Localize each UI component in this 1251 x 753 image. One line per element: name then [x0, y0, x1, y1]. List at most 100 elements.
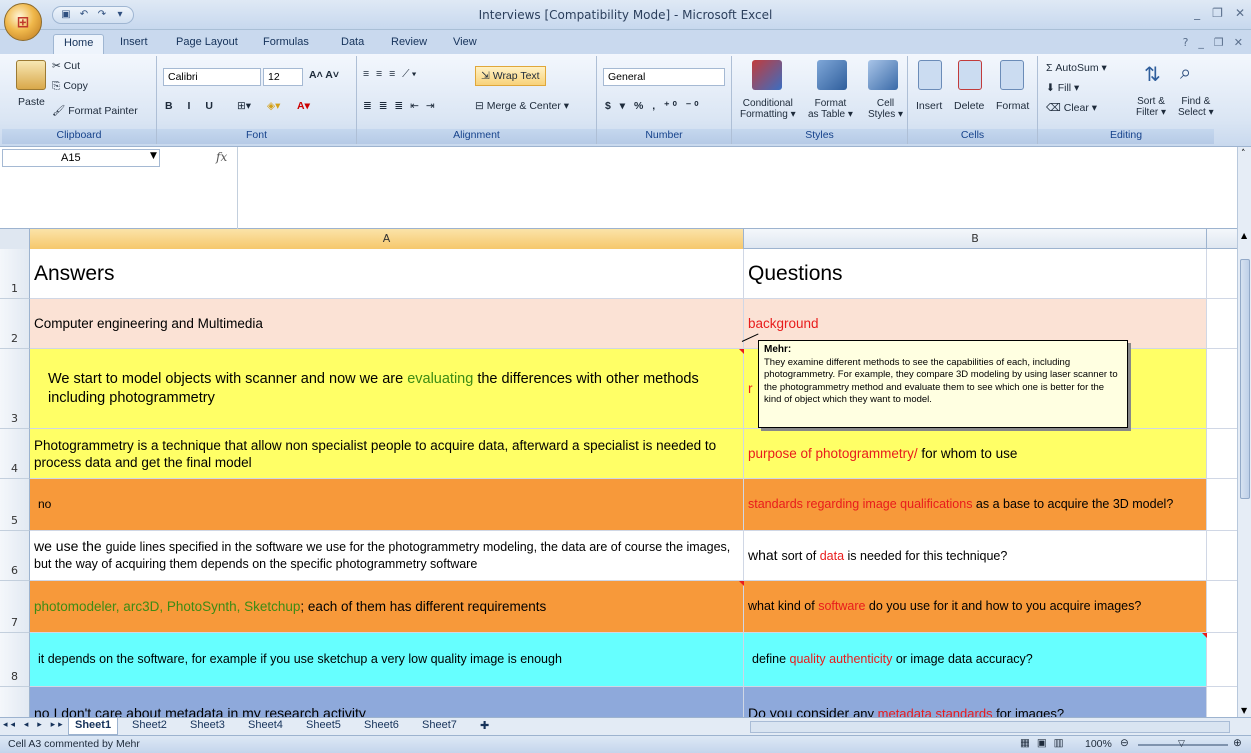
name-box[interactable]: A15	[2, 149, 160, 167]
sheet-tab-5[interactable]: Sheet5	[300, 718, 347, 735]
font-color-icon[interactable]: A▾	[297, 100, 310, 112]
paste-button[interactable]: Paste	[18, 96, 45, 108]
cell-b9[interactable]: Do you consider any metadata standards f…	[744, 687, 1207, 717]
cell-b6[interactable]: what sort of data is needed for this tec…	[744, 531, 1207, 581]
cell-a7[interactable]: photomodeler, arc3D, PhotoSynth, Sketchu…	[30, 581, 744, 633]
row-header[interactable]: 3	[0, 349, 30, 429]
cell-c[interactable]	[1207, 349, 1237, 429]
cut-button[interactable]: ✂ Cut	[52, 60, 80, 72]
row-header[interactable]: 4	[0, 429, 30, 479]
cell-b8[interactable]: define quality authenticity or image dat…	[744, 633, 1207, 687]
cell-c[interactable]	[1207, 249, 1237, 299]
fill-color-icon[interactable]: ◈▾	[267, 100, 280, 112]
row-header[interactable]: 2	[0, 299, 30, 349]
cell-b5[interactable]: standards regarding image qualifications…	[744, 479, 1207, 531]
comment-indicator[interactable]	[739, 349, 744, 354]
column-header-a[interactable]: A	[30, 229, 744, 249]
conditional-formatting-button[interactable]: Conditional Formatting ▾	[740, 98, 796, 120]
view-buttons-icon[interactable]: ▦ ▣ ▥	[1020, 737, 1066, 749]
cell-a8[interactable]: it depends on the software, for example …	[30, 633, 744, 687]
cell-b1[interactable]: Questions	[744, 249, 1207, 299]
cell-a4[interactable]: Photogrammetry is a technique that allow…	[30, 429, 744, 479]
format-as-table-button[interactable]: Format as Table ▾	[808, 98, 853, 120]
number-format-dropdown[interactable]: General	[603, 68, 725, 86]
grow-font-icon[interactable]: A˄ A˅	[309, 69, 339, 81]
insert-function-button[interactable]: fx	[216, 150, 227, 164]
insert-cells-button[interactable]: Insert	[916, 100, 942, 112]
name-box-dropdown-icon[interactable]: ▼	[150, 151, 157, 161]
cell-a9[interactable]: no I don't care about metadata in my res…	[30, 687, 744, 717]
find-select-button[interactable]: Find & Select ▾	[1178, 96, 1214, 118]
wb-minimize-icon[interactable]: _	[1198, 36, 1204, 49]
sort-filter-icon[interactable]: ⇅	[1144, 62, 1161, 87]
sheet-tab-6[interactable]: Sheet6	[358, 718, 405, 735]
tab-formulas[interactable]: Formulas	[263, 36, 309, 48]
vertical-scrollbar[interactable]: ▲ ▼	[1237, 229, 1251, 717]
font-name-dropdown[interactable]: Calibri	[163, 68, 261, 86]
help-icon[interactable]: ?	[1183, 36, 1189, 49]
format-painter-button[interactable]: 🖌 Format Painter	[52, 104, 138, 117]
sheet-nav-icons[interactable]: ◂◂ ◂ ▸ ▸▸	[3, 720, 66, 730]
number-format-icons[interactable]: $ ▾ % , ⁺⁰ ⁻⁰	[605, 100, 701, 112]
sheet-tab-1[interactable]: Sheet1	[68, 718, 119, 735]
zoom-level[interactable]: 100%	[1085, 738, 1112, 750]
bold-italic-underline-buttons[interactable]: B I U	[165, 100, 219, 112]
formula-expand-scroll[interactable]: ˄	[1237, 147, 1251, 229]
delete-cells-icon[interactable]	[958, 60, 982, 90]
comment-popup[interactable]: Mehr: They examine different methods to …	[758, 340, 1128, 428]
font-size-dropdown[interactable]: 12	[263, 68, 303, 86]
copy-button[interactable]: ⎘ Copy	[52, 80, 88, 93]
sheet-tab-4[interactable]: Sheet4	[242, 718, 289, 735]
cell-a2[interactable]: Computer engineering and Multimedia	[30, 299, 744, 349]
zoom-in-icon[interactable]: ⊕	[1233, 737, 1242, 749]
scroll-thumb[interactable]	[1240, 259, 1250, 499]
delete-cells-button[interactable]: Delete	[954, 100, 984, 112]
tab-review[interactable]: Review	[391, 36, 427, 48]
cell-c[interactable]	[1207, 687, 1237, 717]
cell-a6[interactable]: we use the guide lines specified in the …	[30, 531, 744, 581]
insert-cells-icon[interactable]	[918, 60, 942, 90]
wb-restore-icon[interactable]: ❐	[1214, 36, 1224, 49]
scroll-down-icon[interactable]: ▼	[1241, 706, 1247, 715]
autosum-button[interactable]: Σ AutoSum ▾	[1046, 62, 1107, 74]
row-header[interactable]: 5	[0, 479, 30, 531]
cell-a3[interactable]: We start to model objects with scanner a…	[30, 349, 744, 429]
wb-close-icon[interactable]: ✕	[1234, 36, 1243, 49]
close-icon[interactable]: ✕	[1235, 6, 1245, 20]
cell-a1[interactable]: Answers	[30, 249, 744, 299]
scroll-up-icon[interactable]: ▲	[1241, 231, 1247, 240]
horizontal-align-icons[interactable]: ≣ ≣ ≣ ⇤ ⇥	[363, 100, 437, 112]
row-header[interactable]: 8	[0, 633, 30, 687]
row-header[interactable]	[0, 687, 30, 717]
format-as-table-icon[interactable]	[817, 60, 847, 90]
sheet-tab-7[interactable]: Sheet7	[416, 718, 463, 735]
horizontal-scrollbar[interactable]	[750, 721, 1230, 733]
cell-c[interactable]	[1207, 299, 1237, 349]
row-header[interactable]: 6	[0, 531, 30, 581]
conditional-formatting-icon[interactable]	[752, 60, 782, 90]
tab-view[interactable]: View	[453, 36, 477, 48]
merge-center-button[interactable]: ⊟ Merge & Center ▾	[475, 100, 569, 112]
paste-icon[interactable]	[16, 60, 46, 90]
find-select-icon[interactable]: ⌕	[1180, 62, 1191, 85]
cell-b7[interactable]: what kind of software do you use for it …	[744, 581, 1207, 633]
cell-a5[interactable]: no	[30, 479, 744, 531]
cell-styles-icon[interactable]	[868, 60, 898, 90]
cell-c[interactable]	[1207, 581, 1237, 633]
office-button[interactable]: ⊞	[4, 3, 42, 41]
collapse-formula-icon[interactable]: ˄	[1241, 149, 1246, 159]
tab-home[interactable]: Home	[53, 34, 105, 54]
select-all-corner[interactable]	[0, 229, 30, 249]
cell-c[interactable]	[1207, 479, 1237, 531]
cell-c[interactable]	[1207, 531, 1237, 581]
comment-indicator[interactable]	[1202, 633, 1207, 638]
format-cells-icon[interactable]	[1000, 60, 1024, 90]
column-header-b[interactable]: B	[744, 229, 1207, 249]
tab-page-layout[interactable]: Page Layout	[176, 36, 238, 48]
cell-c[interactable]	[1207, 429, 1237, 479]
tab-insert[interactable]: Insert	[120, 36, 148, 48]
row-header[interactable]: 1	[0, 249, 30, 299]
formula-input[interactable]	[240, 147, 1236, 229]
borders-icon[interactable]: ⊞▾	[237, 100, 251, 112]
fill-button[interactable]: ⬇ Fill ▾	[1046, 82, 1079, 94]
